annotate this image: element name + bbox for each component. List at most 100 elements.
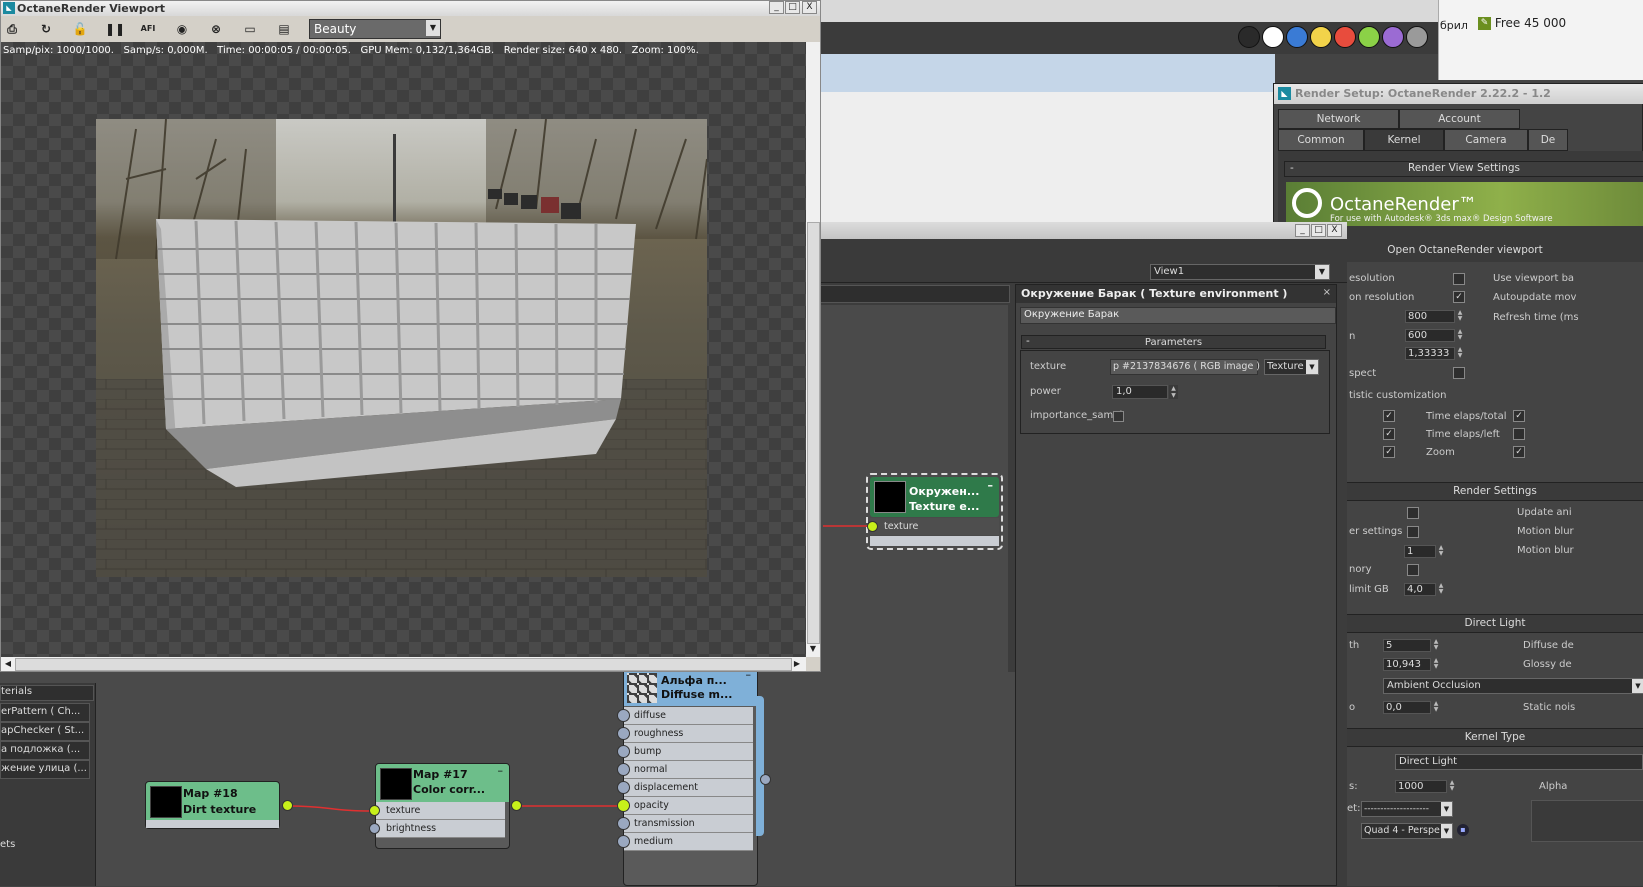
refresh-icon[interactable]: ↻ [37, 20, 55, 38]
env-input-port[interactable] [867, 521, 878, 532]
spinner-arrows[interactable]: ▲ ▼ [1437, 583, 1445, 596]
stop-render-icon[interactable]: ⊗ [207, 20, 225, 38]
map17-output-port[interactable] [511, 800, 522, 811]
tab-camera[interactable]: Camera [1444, 129, 1528, 151]
direct-light-header[interactable]: Direct Light [1347, 614, 1643, 633]
texture-map-button[interactable]: p #2137834676 ( RGB image ) [1110, 359, 1260, 375]
color-picker-icon[interactable]: ◉ [173, 20, 191, 38]
power-input[interactable]: 1,0 [1112, 385, 1168, 399]
port-normal[interactable] [617, 763, 630, 776]
material-list-item[interactable]: apChecker ( St... [0, 722, 90, 741]
stat-checkbox[interactable]: ✓ [1513, 446, 1525, 458]
vertical-scrollbar[interactable]: ▼ [806, 42, 820, 657]
scroll-thumb[interactable] [807, 222, 820, 644]
diffuse-output-port[interactable] [760, 774, 771, 785]
rs-checkbox[interactable] [1407, 526, 1419, 538]
collapse-icon[interactable]: – [988, 479, 994, 492]
stat-checkbox[interactable]: ✓ [1383, 410, 1395, 422]
port-medium[interactable] [617, 835, 630, 848]
tab-account[interactable]: Account [1399, 109, 1520, 129]
close-button[interactable]: X [802, 1, 817, 14]
map17-node[interactable]: Map #17 Color corr... – texture brightnes… [375, 763, 510, 849]
stat-checkbox[interactable]: ✓ [1513, 410, 1525, 422]
color-swatch[interactable] [1310, 26, 1332, 48]
color-swatch[interactable] [1358, 26, 1380, 48]
width-input[interactable]: 800 [1405, 310, 1455, 323]
free-badge[interactable]: ✎ Free 45 000 [1478, 16, 1566, 34]
camera-select[interactable]: Quad 4 - Perspe ▼ [1361, 823, 1453, 839]
spinner-arrows[interactable]: ▲ ▼ [1456, 347, 1464, 360]
rs-checkbox[interactable] [1407, 507, 1419, 519]
film-icon[interactable]: ▤ [275, 20, 293, 38]
color-swatch[interactable] [1286, 26, 1308, 48]
gi-mode-select[interactable]: Ambient Occlusion ▼ [1383, 678, 1643, 694]
rs-spin-input[interactable]: 1 [1404, 545, 1436, 558]
minimize-button[interactable]: _ [1295, 224, 1310, 237]
kernel-type-header[interactable]: Kernel Type [1347, 728, 1643, 747]
color-swatch[interactable] [1262, 26, 1284, 48]
power-spinner[interactable]: ▲ ▼ [1169, 385, 1178, 399]
spinner-arrows[interactable]: ▲ ▼ [1456, 329, 1464, 342]
save-icon[interactable]: ⎙ [3, 20, 21, 38]
monitor-icon[interactable]: ▭ [241, 20, 259, 38]
color-swatch[interactable] [1334, 26, 1356, 48]
preset-select[interactable]: -------------------- ▼ [1361, 801, 1453, 817]
maximize-button[interactable]: □ [785, 1, 800, 14]
on-resolution-checkbox[interactable]: ✓ [1453, 291, 1465, 303]
port-roughness[interactable] [617, 727, 630, 740]
env-texture-node[interactable]: Окружен... Texture e... – texture [866, 473, 1003, 550]
lock-icon[interactable]: 🔓 [71, 20, 89, 38]
port-opacity[interactable] [617, 799, 630, 812]
map18-output-port[interactable] [282, 800, 293, 811]
resolution-checkbox[interactable] [1453, 273, 1465, 285]
stat-checkbox[interactable]: ✓ [1383, 446, 1395, 458]
pause-icon[interactable]: ❚❚ [105, 20, 125, 38]
aspect-checkbox[interactable] [1453, 367, 1465, 379]
material-name-field[interactable]: Окружение Барак [1020, 307, 1336, 324]
ray-epsilon-input[interactable]: 10,943 [1383, 658, 1431, 671]
depth-input[interactable]: 5 [1383, 639, 1431, 652]
limit-gb-input[interactable]: 4,0 [1404, 583, 1436, 596]
spinner-arrows[interactable]: ▲ ▼ [1437, 545, 1445, 558]
stat-checkbox[interactable]: ✓ [1383, 428, 1395, 440]
lock-icon[interactable]: ▪ [1457, 824, 1469, 836]
close-panel-icon[interactable]: × [1323, 287, 1331, 298]
stat-checkbox[interactable] [1513, 428, 1525, 440]
ao-distance-input[interactable]: 0,0 [1383, 701, 1431, 714]
port-bump[interactable] [617, 745, 630, 758]
parameters-header[interactable]: - Parameters [1021, 335, 1326, 349]
afi-icon[interactable]: AFI [139, 20, 157, 38]
port-displacement[interactable] [617, 781, 630, 794]
height-input[interactable]: 600 [1405, 329, 1455, 342]
horizontal-scrollbar[interactable]: ◀ ▶ [1, 657, 806, 671]
pass-select[interactable]: Beauty ▼ [309, 19, 441, 39]
scroll-thumb[interactable] [15, 658, 792, 671]
importance-checkbox[interactable] [1113, 411, 1124, 422]
tab-kernel[interactable]: Kernel [1364, 129, 1444, 151]
color-swatch[interactable] [1382, 26, 1404, 48]
samples-input[interactable]: 1000 [1395, 780, 1447, 793]
spinner-arrows[interactable]: ▲ ▼ [1432, 639, 1440, 652]
collapse-icon[interactable]: – [498, 764, 504, 777]
tab-network[interactable]: Network [1278, 109, 1399, 129]
map18-node[interactable]: Map #18 Dirt texture [145, 781, 280, 829]
spinner-arrows[interactable]: ▲ ▼ [1432, 658, 1440, 671]
port-transmission[interactable] [617, 817, 630, 830]
tab-common[interactable]: Common [1278, 129, 1364, 151]
scroll-left-arrow[interactable]: ◀ [2, 658, 14, 670]
texture-type-select[interactable]: Texture ▼ [1264, 359, 1319, 375]
close-button[interactable]: X [1327, 224, 1342, 237]
material-list-item[interactable]: erPattern ( Ch... [0, 703, 90, 722]
render-button-frame[interactable] [1531, 800, 1643, 842]
kernel-type-select[interactable]: Direct Light [1395, 754, 1643, 770]
scroll-right-arrow[interactable]: ▶ [791, 658, 803, 670]
aspect-input[interactable]: 1,33333 [1405, 347, 1455, 360]
tab-de[interactable]: De [1528, 129, 1568, 151]
map17-brightness-port[interactable] [369, 823, 380, 834]
map17-texture-port[interactable] [369, 805, 380, 816]
scroll-down-arrow[interactable]: ▼ [807, 642, 819, 655]
port-diffuse[interactable] [617, 709, 630, 722]
spinner-arrows[interactable]: ▲ ▼ [1432, 701, 1440, 714]
color-swatch[interactable] [1406, 26, 1428, 48]
material-list-item[interactable]: а подложка (... [0, 741, 90, 760]
